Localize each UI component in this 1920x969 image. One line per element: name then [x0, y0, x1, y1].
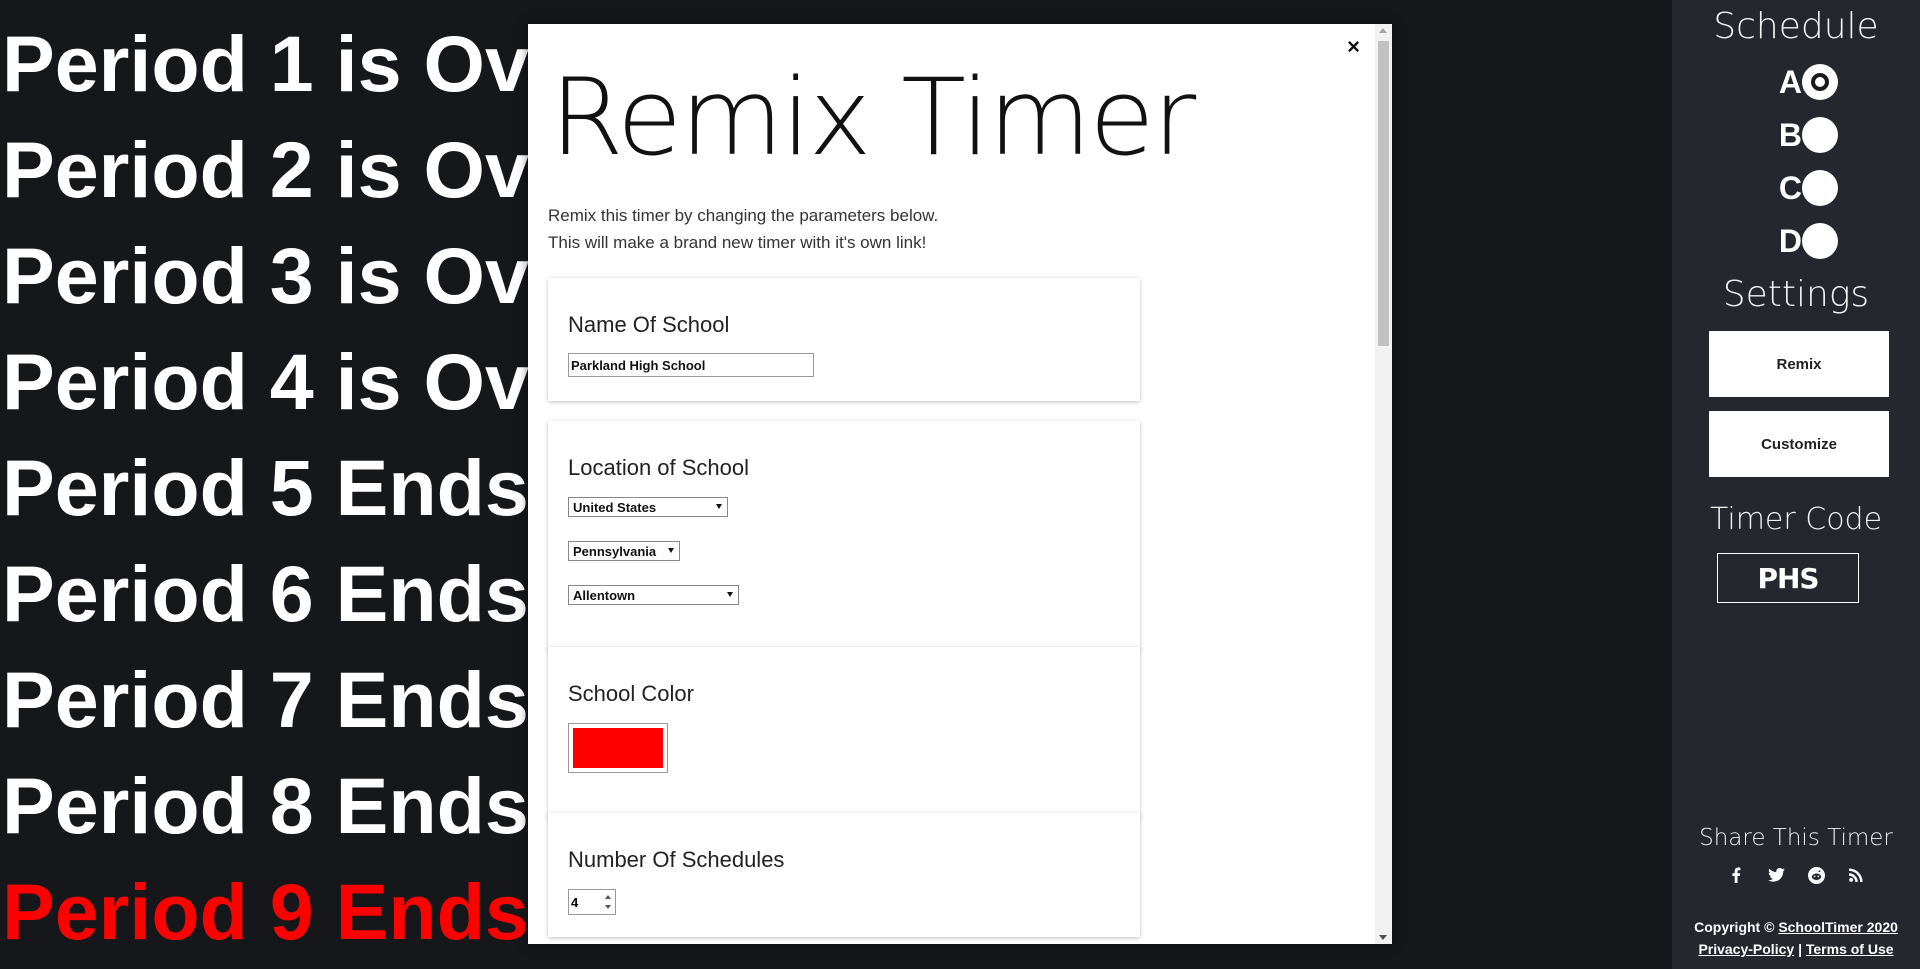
number-of-schedules-card: Number Of Schedules 4 — [548, 813, 1140, 937]
number-of-schedules-label: Number Of Schedules — [568, 847, 785, 872]
schedule-letter: D — [1778, 223, 1802, 259]
schedule-option-b[interactable]: B — [1672, 115, 1920, 155]
footer-separator: | — [1798, 941, 1802, 957]
copyright-prefix: Copyright © — [1694, 919, 1775, 935]
city-select-value: Allentown — [573, 587, 636, 603]
timer-code-heading: Timer Code — [1709, 502, 1883, 537]
schedule-option-a[interactable]: A — [1672, 62, 1920, 102]
country-select-value: United States — [573, 499, 657, 515]
schedules-stepper-value: 4 — [571, 894, 579, 910]
name-of-school-label: Name Of School — [568, 312, 730, 337]
scrollbar-thumb[interactable] — [1378, 41, 1389, 346]
close-icon[interactable]: × — [1347, 34, 1360, 60]
scroll-down-icon[interactable] — [1379, 935, 1387, 940]
schedules-stepper[interactable]: 4 — [568, 889, 616, 915]
timer-code: PHS — [1717, 553, 1859, 603]
school-color-fill — [573, 728, 663, 768]
period-6: Period 6 Ends — [2, 549, 529, 638]
city-select[interactable]: Allentown — [568, 585, 739, 605]
schooltimer-link[interactable]: SchoolTimer 2020 — [1778, 919, 1898, 935]
schedule-letter: B — [1778, 117, 1802, 153]
modal-scrollbar[interactable] — [1375, 24, 1392, 944]
state-select-value: Pennsylvania — [573, 543, 657, 559]
period-8: Period 8 Ends — [2, 761, 529, 850]
chevron-down-icon — [668, 548, 674, 553]
school-color-card: School Color — [548, 647, 1140, 817]
schedule-letter: A — [1778, 64, 1802, 100]
settings-heading: Settings — [1722, 274, 1870, 315]
chevron-down-icon — [716, 504, 722, 509]
schedule-radio-b[interactable] — [1802, 117, 1838, 153]
reddit-icon[interactable] — [1807, 866, 1825, 884]
chevron-down-icon — [727, 592, 733, 597]
stepper-down-icon[interactable] — [605, 905, 611, 909]
schedule-heading: Schedule — [1713, 6, 1879, 47]
schedule-radio-c[interactable] — [1802, 170, 1838, 206]
remix-button[interactable]: Remix — [1709, 331, 1889, 397]
schedule-option-d[interactable]: D — [1672, 221, 1920, 261]
schedule-option-c[interactable]: C — [1672, 168, 1920, 208]
period-2: Period 2 is Ov — [2, 125, 529, 214]
stepper-up-icon[interactable] — [605, 895, 611, 899]
schedule-radio-a[interactable] — [1802, 64, 1838, 100]
intro-line-2: This will make a brand new timer with it… — [548, 233, 927, 252]
share-heading: Share This Timer — [1699, 825, 1893, 851]
period-9: Period 9 Ends — [2, 867, 529, 956]
facebook-icon[interactable] — [1727, 866, 1745, 884]
state-select[interactable]: Pennsylvania — [568, 541, 680, 561]
modal-title: Remix Timer — [550, 56, 1196, 179]
share-icons — [1672, 866, 1920, 884]
period-7: Period 7 Ends — [2, 655, 529, 744]
location-of-school-label: Location of School — [568, 455, 750, 480]
name-of-school-card: Name Of School Parkland High School — [548, 278, 1140, 401]
privacy-policy-link[interactable]: Privacy-Policy — [1698, 941, 1794, 957]
modal-intro: Remix this timer by changing the paramet… — [548, 202, 938, 256]
sidebar: Schedule A B C D Settings Remix Customiz… — [1672, 0, 1920, 969]
school-color-picker[interactable] — [568, 723, 668, 773]
school-name-input[interactable]: Parkland High School — [568, 353, 814, 377]
copyright-footer: Copyright © SchoolTimer 2020 Privacy-Pol… — [1672, 916, 1920, 960]
period-4: Period 4 is Ov — [2, 337, 529, 426]
customize-button[interactable]: Customize — [1709, 411, 1889, 477]
terms-of-use-link[interactable]: Terms of Use — [1806, 941, 1894, 957]
rss-icon[interactable] — [1847, 866, 1865, 884]
period-3: Period 3 is Ov — [2, 231, 529, 320]
period-1: Period 1 is Ov — [2, 19, 529, 108]
scroll-up-icon[interactable] — [1379, 28, 1387, 33]
location-of-school-card: Location of School United States Pennsyl… — [548, 421, 1140, 650]
schedule-letter: C — [1778, 170, 1802, 206]
school-color-label: School Color — [568, 681, 694, 706]
period-5: Period 5 Ends — [2, 443, 529, 532]
intro-line-1: Remix this timer by changing the paramet… — [548, 206, 939, 225]
schedule-radio-d[interactable] — [1802, 223, 1838, 259]
country-select[interactable]: United States — [568, 497, 728, 517]
twitter-icon[interactable] — [1767, 866, 1785, 884]
remix-timer-modal: × Remix Timer Remix this timer by changi… — [528, 24, 1392, 944]
